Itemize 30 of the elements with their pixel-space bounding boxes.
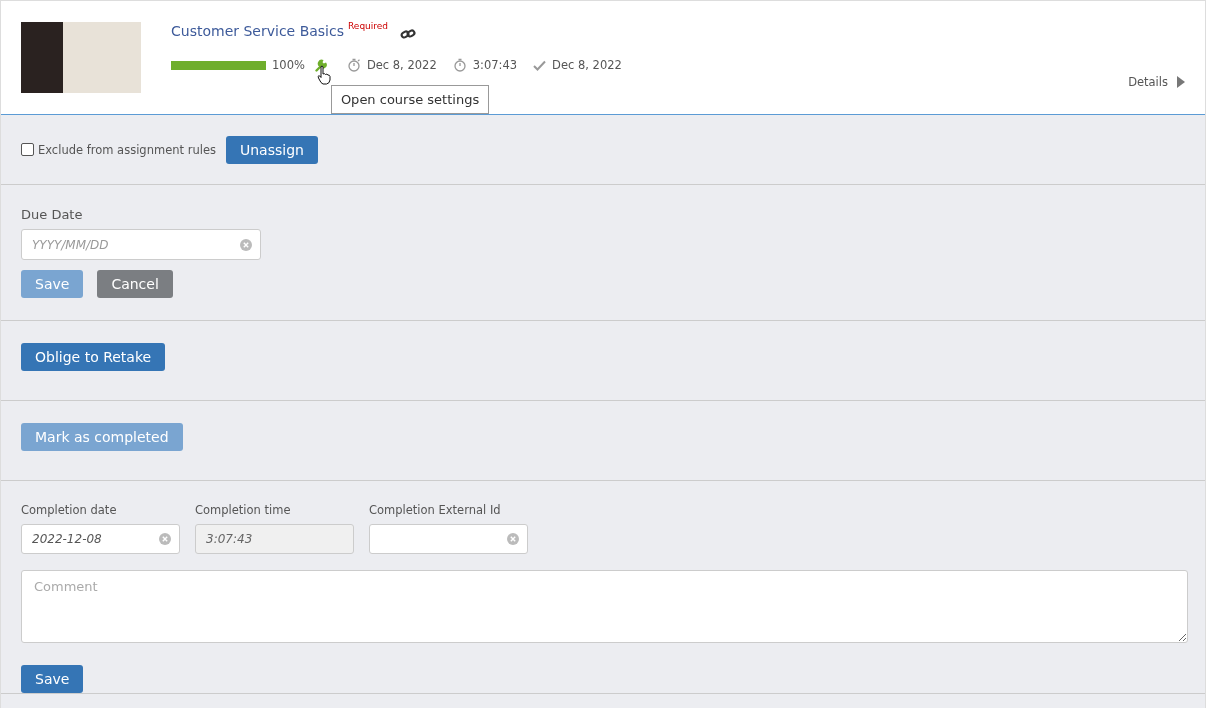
course-meta-text: Dec 8, 2022 — [366, 58, 437, 72]
course-meta-text: 3:07:43 — [472, 58, 518, 72]
field-label: Completion External Id — [369, 503, 502, 517]
caret-icon — [1177, 76, 1185, 88]
required-label: Required — [348, 21, 389, 31]
clear-icon[interactable] — [240, 238, 252, 251]
input-field[interactable]: 2022-12-08 — [21, 524, 180, 554]
clear-icon[interactable] — [507, 533, 519, 545]
exclude-checkbox[interactable]: Exclude from assignment rules — [21, 142, 216, 157]
course-title-link[interactable]: Customer Service Basics — [171, 23, 344, 39]
field-label: Completion date — [21, 503, 118, 517]
hand-cursor-icon — [316, 64, 331, 85]
stopwatch-icon — [346, 58, 361, 72]
due-date-field[interactable]: YYYY/MM/DD — [21, 229, 261, 260]
checkmark-icon — [533, 59, 547, 71]
field-label: Completion time — [195, 503, 292, 517]
tooltip: Open course settings — [330, 84, 490, 114]
input-field[interactable] — [369, 524, 528, 554]
clear-icon[interactable] — [159, 533, 171, 545]
details-link[interactable]: Details — [1128, 75, 1185, 89]
timer-icon — [452, 58, 467, 72]
course-meta-text: Dec 8, 2022 — [552, 58, 622, 72]
save-button[interactable]: Save — [21, 665, 84, 693]
field-label: Due Date — [21, 207, 84, 222]
progress-reading: 100% — [272, 58, 305, 72]
comment-field[interactable]: Comment — [21, 570, 1188, 643]
unassign-button[interactable]: Unassign — [225, 135, 318, 164]
cancel-button[interactable]: Cancel — [97, 270, 173, 298]
retake-button[interactable]: Oblige to Retake — [21, 343, 166, 371]
link-icon[interactable] — [400, 28, 417, 40]
